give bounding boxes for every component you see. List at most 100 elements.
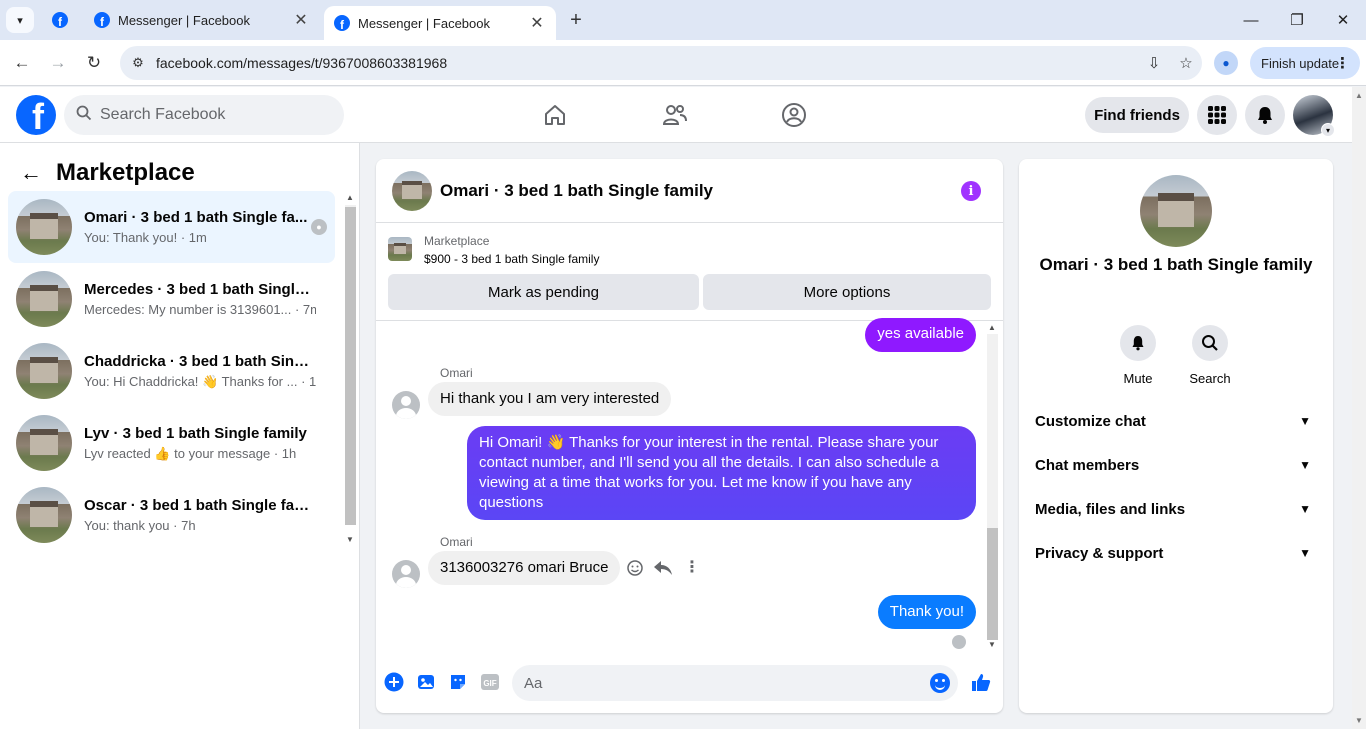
marketplace-label: Marketplace <box>424 234 490 248</box>
close-tab-icon[interactable]: ✕ <box>528 13 546 33</box>
tab-messenger-2-active[interactable]: f Messenger | Facebook ✕ <box>324 6 556 40</box>
find-friends-button[interactable]: Find friends <box>1085 97 1189 133</box>
scrollbar-thumb[interactable] <box>345 207 356 525</box>
message-bubble-incoming[interactable]: 3136003276 omari Bruce <box>428 551 621 585</box>
facebook-header: f Search Facebook Find friends ▾ <box>0 87 1352 143</box>
listing-thumbnail <box>16 343 72 399</box>
seen-avatar-icon <box>952 635 966 649</box>
new-tab-icon[interactable]: + <box>564 8 588 32</box>
browser-toolbar: ← → ↻ ⚙ facebook.com/messages/t/93670086… <box>0 40 1366 86</box>
more-menu-icon[interactable]: ⋮ <box>1335 54 1350 72</box>
restore-icon[interactable]: ❐ <box>1274 0 1320 40</box>
listing-thumbnail <box>16 199 72 255</box>
bell-icon <box>1120 325 1156 361</box>
emoji-icon[interactable] <box>930 673 950 693</box>
listing-thumbnail <box>16 487 72 543</box>
listing-thumbnail[interactable] <box>388 237 412 261</box>
sender-avatar[interactable] <box>392 391 420 419</box>
chat-list-panel: ← Marketplace Omari · 3 bed 1 bath Singl… <box>0 143 360 729</box>
info-icon[interactable]: i <box>961 181 981 201</box>
gif-icon[interactable]: GIF <box>480 672 500 692</box>
finish-update-button[interactable]: Finish update ⋮ <box>1250 47 1360 79</box>
pinned-tab-facebook[interactable]: f <box>44 0 76 40</box>
listing-thumbnail <box>16 415 72 471</box>
conversation-item[interactable]: Chaddricka · 3 bed 1 bath Single... You:… <box>8 335 335 407</box>
chevron-down-icon: ▼ <box>1299 502 1311 516</box>
menu-grid-icon[interactable] <box>1197 95 1237 135</box>
conversation-snippet: You: Hi Chaddricka! 👋 Thanks for ... · 1… <box>84 373 316 389</box>
tab-title: Messenger | Facebook <box>118 12 250 28</box>
conversation-item[interactable]: Omari · 3 bed 1 bath Single fa... You: T… <box>8 191 335 263</box>
address-bar[interactable]: ⚙ facebook.com/messages/t/93670086033819… <box>120 46 1202 80</box>
account-avatar[interactable]: ▾ <box>1293 95 1335 137</box>
conversation-details-panel: Omari · 3 bed 1 bath Single family Mute … <box>1019 159 1333 713</box>
messages-scrollbar[interactable]: ▲ ▼ <box>985 322 1000 652</box>
back-arrow-icon[interactable]: ← <box>20 160 56 186</box>
friends-icon[interactable] <box>661 101 689 129</box>
conversation-name: Omari · 3 bed 1 bath Single fa... <box>84 209 308 226</box>
finish-update-label: Finish update <box>1261 55 1340 71</box>
minimize-icon[interactable]: — <box>1228 0 1274 40</box>
back-icon[interactable]: ← <box>9 50 35 76</box>
search-input[interactable]: Search Facebook <box>64 95 344 135</box>
site-info-icon[interactable]: ⚙ <box>120 55 156 71</box>
search-conversation-button[interactable]: Search <box>1180 325 1240 386</box>
conversation-panel: Omari · 3 bed 1 bath Single family i Mar… <box>376 159 1003 713</box>
reload-icon[interactable]: ↻ <box>81 50 107 76</box>
mark-as-pending-button[interactable]: Mark as pending <box>388 274 699 310</box>
message-composer: GIF Aa <box>376 661 1003 705</box>
conversation-name: Oscar · 3 bed 1 bath Single family <box>84 497 316 514</box>
conversation-snippet: You: thank you · 7h <box>84 518 196 533</box>
message-bubble-outgoing[interactable]: yes available <box>865 318 976 352</box>
section-label: Privacy & support <box>1035 544 1164 562</box>
message-bubble-outgoing[interactable]: Thank you! <box>877 595 976 629</box>
tab-messenger-1[interactable]: f Messenger | Facebook ✕ <box>84 0 320 40</box>
install-app-icon[interactable]: ⇩ <box>1138 54 1170 72</box>
groups-icon[interactable] <box>780 101 808 129</box>
notifications-bell-icon[interactable] <box>1245 95 1285 135</box>
react-emoji-icon[interactable] <box>626 559 644 577</box>
chat-list-scrollbar[interactable]: ▲ ▼ <box>343 191 358 551</box>
message-bubble-outgoing[interactable]: Hi Omari! 👋 Thanks for your interest in … <box>467 426 976 520</box>
home-icon[interactable] <box>541 101 569 129</box>
contact-avatar[interactable] <box>1140 175 1212 247</box>
conversation-snippet: Mercedes: My number is 3139601... · 7m <box>84 302 316 317</box>
sticker-icon[interactable] <box>448 672 468 692</box>
privacy-support-section[interactable]: Privacy & support ▼ <box>1027 531 1325 575</box>
customize-chat-section[interactable]: Customize chat ▼ <box>1027 399 1325 443</box>
more-actions-icon[interactable]: ⋮ <box>684 557 700 577</box>
message-input[interactable]: Aa <box>512 665 958 701</box>
sender-avatar[interactable] <box>392 560 420 588</box>
message-list: yes available Omari Hi thank you I am ve… <box>376 318 1003 652</box>
chevron-down-icon: ▼ <box>1299 458 1311 472</box>
conversation-item[interactable]: Lyv · 3 bed 1 bath Single family Lyv rea… <box>8 407 335 479</box>
more-options-button[interactable]: More options <box>703 274 991 310</box>
message-bubble-incoming[interactable]: Hi thank you I am very interested <box>428 382 672 416</box>
reply-icon[interactable] <box>653 559 673 577</box>
scrollbar-thumb[interactable] <box>987 528 998 640</box>
page-scrollbar[interactable]: ▲ ▼ <box>1352 87 1366 729</box>
chat-members-section[interactable]: Chat members ▼ <box>1027 443 1325 487</box>
more-actions-plus-icon[interactable] <box>384 672 404 692</box>
conversation-item[interactable]: Oscar · 3 bed 1 bath Single family You: … <box>8 479 335 551</box>
mute-button[interactable]: Mute <box>1108 325 1168 386</box>
search-label: Search <box>1189 371 1231 386</box>
attach-photo-icon[interactable] <box>416 672 436 692</box>
contact-name: Omari · 3 bed 1 bath Single family <box>1039 255 1313 274</box>
close-tab-icon[interactable]: ✕ <box>292 10 310 30</box>
tab-search-button[interactable]: ▾ <box>6 7 34 33</box>
conversation-title[interactable]: Omari · 3 bed 1 bath Single family <box>440 181 713 201</box>
facebook-logo-icon[interactable]: f <box>16 95 56 135</box>
bookmark-star-icon[interactable]: ☆ <box>1170 54 1202 72</box>
conversation-item[interactable]: Mercedes · 3 bed 1 bath Single f... Merc… <box>8 263 335 335</box>
conversation-name: Mercedes · 3 bed 1 bath Single f... <box>84 281 316 298</box>
profile-icon[interactable]: ● <box>1214 51 1238 75</box>
marketplace-listing-banner: Marketplace $900 - 3 bed 1 bath Single f… <box>376 223 1003 321</box>
thumbs-up-icon[interactable] <box>970 671 992 693</box>
conversation-list: Omari · 3 bed 1 bath Single fa... You: T… <box>8 191 335 551</box>
listing-title[interactable]: $900 - 3 bed 1 bath Single family <box>424 252 599 266</box>
close-window-icon[interactable]: ✕ <box>1320 0 1366 40</box>
media-files-links-section[interactable]: Media, files and links ▼ <box>1027 487 1325 531</box>
conversation-avatar[interactable] <box>392 170 432 211</box>
forward-icon[interactable]: → <box>45 50 71 76</box>
